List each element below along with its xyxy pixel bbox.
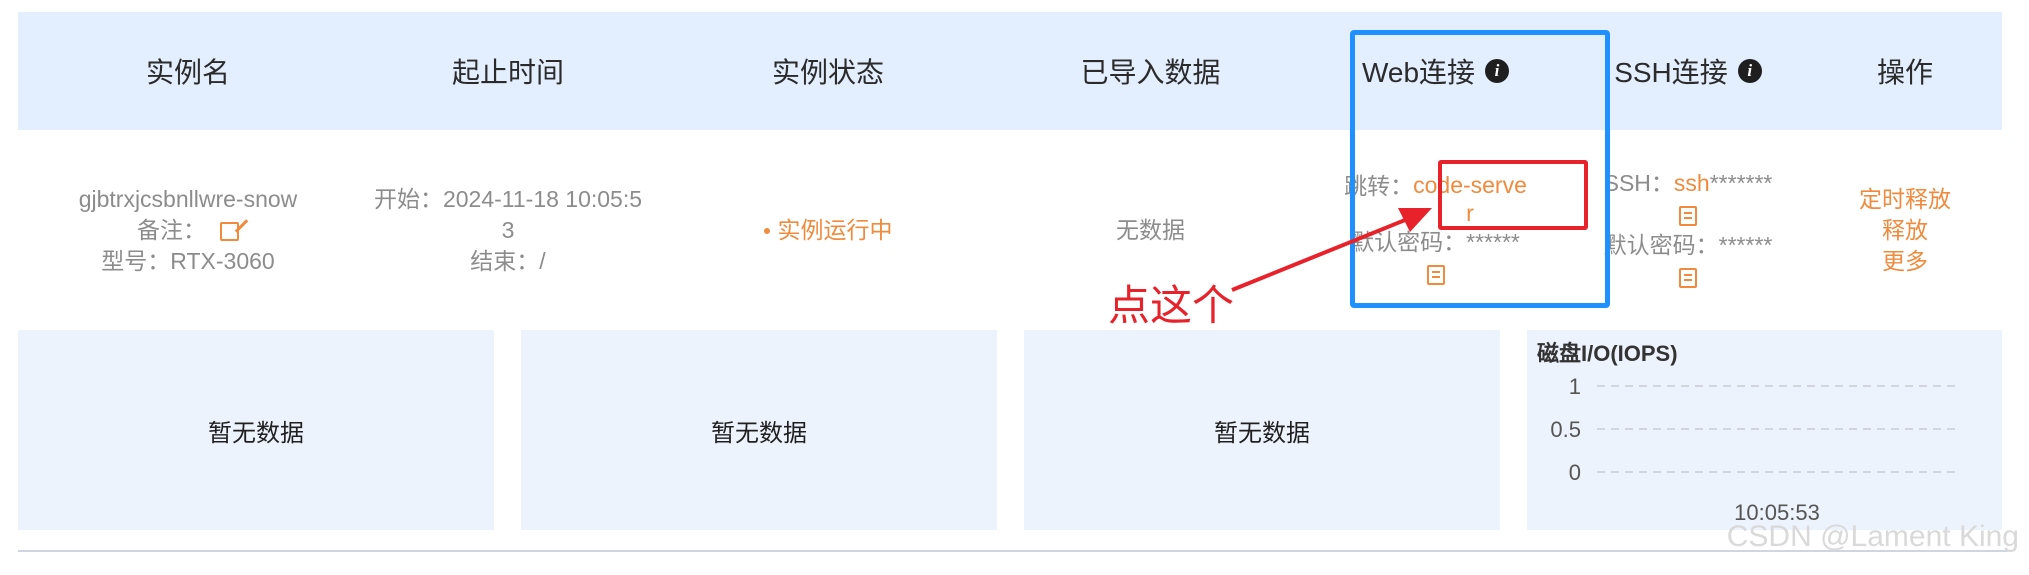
watermark: CSDN @Lament King: [1726, 520, 2019, 553]
empty-panel-1: 暂无数据: [18, 330, 494, 530]
start-time-cont: 3: [501, 216, 515, 243]
code-server-highlight: [1438, 160, 1588, 230]
empty-panel-3: 暂无数据: [1024, 330, 1500, 530]
instance-table: 实例名 起止时间 实例状态 已导入数据 Web连接 i SSH连接 i 操作 g…: [18, 12, 2002, 330]
instance-model: 型号：RTX-3060: [101, 247, 275, 274]
start-time: 开始：2024-11-18 10:05:5: [373, 185, 643, 212]
more-link[interactable]: 更多: [1808, 246, 2002, 277]
edit-icon[interactable]: [220, 221, 239, 241]
instance-note: 备注：: [18, 215, 358, 246]
y-tick-label: 0.5: [1550, 417, 1581, 442]
info-icon[interactable]: i: [1737, 59, 1762, 83]
table-row: gjbtrxjcsbnllwre-snow 备注： 型号：RTX-3060 开始…: [18, 130, 2002, 330]
header-instance-name: 实例名: [145, 57, 230, 88]
status-dot-icon: [763, 228, 770, 235]
y-tick-label: 1: [1569, 374, 1581, 399]
ssh-label: SSH：: [1603, 170, 1674, 196]
cell-operations: 定时释放 释放 更多: [1808, 184, 2002, 277]
bottom-divider: [18, 550, 2008, 552]
copy-icon[interactable]: [1679, 205, 1697, 226]
y-tick-label: 0: [1569, 460, 1581, 485]
monitor-panels: 暂无数据 暂无数据 暂无数据 磁盘I/O(IOPS) 1 0.5 0 10:05:53: [18, 330, 2002, 530]
header-instance-status: 实例状态: [771, 57, 884, 88]
header-operations: 操作: [1876, 57, 1933, 88]
disk-io-chart: 10.5010:05:53: [1550, 374, 1957, 525]
ssh-link[interactable]: ssh: [1674, 170, 1710, 196]
cell-imported-data: 无数据: [1116, 216, 1185, 243]
release-link[interactable]: 释放: [1808, 215, 2002, 246]
annotation-text: 点这个: [1108, 281, 1235, 330]
disk-io-chart-panel: 磁盘I/O(IOPS) 1 0.5 0 10:05:53: [1527, 330, 2002, 530]
end-time: 结束：/: [470, 247, 546, 274]
instance-name: gjbtrxjcsbnllwre-snow: [78, 185, 298, 212]
header-time-range: 起止时间: [451, 57, 564, 88]
status-badge: 实例运行中: [777, 216, 893, 243]
cell-time-range: 开始：2024-11-18 10:05:5 3 结束：/: [358, 184, 658, 277]
table-header: 实例名 起止时间 实例状态 已导入数据 Web连接 i SSH连接 i 操作: [18, 12, 2002, 130]
timed-release-link[interactable]: 定时释放: [1808, 184, 2002, 215]
ssh-mask: *******: [1709, 170, 1773, 196]
cell-instance-name: gjbtrxjcsbnllwre-snow 备注： 型号：RTX-3060: [18, 184, 358, 277]
header-imported-data: 已导入数据: [1080, 57, 1221, 88]
cell-status: 实例运行中: [658, 215, 998, 246]
copy-icon[interactable]: [1679, 267, 1697, 288]
empty-panel-2: 暂无数据: [521, 330, 997, 530]
